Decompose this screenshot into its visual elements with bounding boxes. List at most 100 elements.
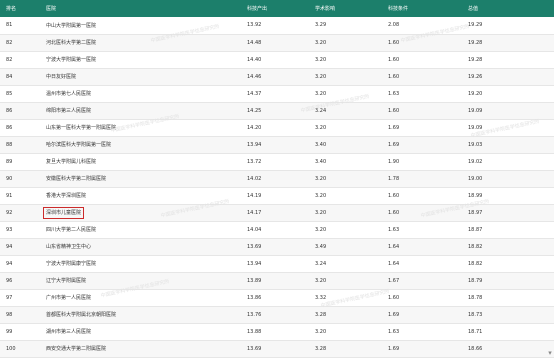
rank-cell: 98	[6, 311, 13, 318]
table-row: 99 湖州市第三人民医院 13.88 3.20 1.63 18.71	[0, 323, 554, 340]
influence-cell: 3.24	[315, 260, 327, 267]
output-cell: 14.40	[247, 56, 262, 63]
total-cell: 19.09	[468, 107, 483, 114]
total-cell: 18.79	[468, 277, 483, 284]
table-row: 91 香港大学深圳医院 14.19 3.20 1.60 18.99	[0, 187, 554, 204]
hospital-ranking-table: 排名 医院 科技产出 学术影响 科技条件 总值 81 中山大学附属第一医院 13.9…	[0, 0, 554, 358]
conditions-cell: 1.60	[388, 294, 400, 301]
output-cell: 14.19	[247, 192, 262, 199]
total-cell: 19.03	[468, 141, 483, 148]
rank-cell: 99	[6, 328, 13, 335]
conditions-cell: 1.60	[388, 107, 400, 114]
rank-cell: 88	[6, 141, 13, 148]
hospital-name-cell: 中日友好医院	[46, 74, 77, 80]
rank-cell: 93	[6, 226, 13, 233]
conditions-cell: 1.69	[388, 141, 400, 148]
hospital-name-cell: 绵阳市第三人民医院	[46, 108, 92, 114]
output-cell: 14.48	[247, 39, 262, 46]
hospital-name-cell: 安徽医科大学第二附属医院	[46, 176, 107, 182]
influence-cell: 3.20	[315, 226, 327, 233]
scroll-down-arrow-icon[interactable]: ▾	[546, 349, 554, 357]
rank-cell: 94	[6, 260, 13, 267]
total-cell: 18.97	[468, 209, 483, 216]
table-header: 排名 医院 科技产出 学术影响 科技条件 总值	[0, 0, 554, 17]
rank-cell: 86	[6, 124, 13, 131]
table-row: 94 宁波大学附属康宁医院 13.94 3.24 1.64 18.82	[0, 255, 554, 272]
influence-cell: 3.28	[315, 345, 327, 352]
total-cell: 19.00	[468, 175, 483, 182]
hospital-name-cell: 中山大学附属第一医院	[46, 22, 97, 29]
output-cell: 13.88	[247, 328, 262, 335]
conditions-cell: 1.63	[388, 328, 400, 335]
influence-cell: 3.20	[315, 39, 327, 46]
output-cell: 13.94	[247, 260, 262, 267]
rank-cell: 91	[6, 192, 13, 199]
influence-cell: 3.20	[315, 175, 327, 182]
total-cell: 19.09	[468, 124, 483, 131]
header-output: 科技产出	[247, 6, 268, 12]
total-cell: 18.78	[468, 294, 483, 301]
output-cell: 14.25	[247, 107, 262, 114]
output-cell: 13.69	[247, 243, 262, 250]
total-cell: 19.28	[468, 56, 483, 63]
table-body: 81 中山大学附属第一医院 13.92 3.29 2.08 19.29 82 河北医科大学第二…	[0, 17, 554, 357]
hospital-name-cell: 宁波大学附属第一医院	[46, 57, 97, 63]
hospital-name-cell: 四川大学第二人民医院	[46, 227, 97, 233]
total-cell: 19.26	[468, 73, 483, 80]
table-row: 88 哈尔滨医科大学附属第一医院 13.94 3.40 1.69 19.03	[0, 136, 554, 153]
conditions-cell: 1.60	[388, 209, 400, 216]
hospital-name-cell: 辽宁大学附属医院	[46, 278, 87, 284]
hospital-name-cell: 西安交通大学第二附属医院	[46, 346, 107, 352]
table-row: 90 安徽医科大学第二附属医院 14.02 3.20 1.78 19.00	[0, 170, 554, 187]
total-cell: 18.99	[468, 192, 483, 199]
output-cell: 13.76	[247, 311, 262, 318]
table-row: 97 广州市第一人民医院 13.86 3.32 1.60 18.78	[0, 289, 554, 306]
conditions-cell: 1.60	[388, 56, 400, 63]
conditions-cell: 1.64	[388, 243, 400, 250]
conditions-cell: 1.60	[388, 192, 400, 199]
conditions-cell: 1.69	[388, 124, 400, 131]
table-row: 84 中日友好医院 14.46 3.20 1.60 19.26	[0, 68, 554, 85]
rank-cell: 96	[6, 277, 13, 284]
output-cell: 13.92	[247, 22, 262, 29]
table-row: 96 辽宁大学附属医院 13.89 3.20 1.67 18.79	[0, 272, 554, 289]
hospital-name-cell: 香港大学深圳医院	[46, 193, 87, 199]
influence-cell: 3.20	[315, 90, 327, 97]
rank-cell: 94	[6, 243, 13, 250]
total-cell: 18.87	[468, 226, 483, 233]
conditions-cell: 1.64	[388, 260, 400, 267]
table-row: 98 首都医科大学附属北京朝阳医院 13.76 3.28 1.69 18.73	[0, 306, 554, 323]
header-influence: 学术影响	[315, 6, 336, 12]
rank-cell: 82	[6, 56, 13, 63]
hospital-name-cell: 河北医科大学第二医院	[46, 40, 97, 46]
table-row: 81 中山大学附属第一医院 13.92 3.29 2.08 19.29	[0, 17, 554, 34]
rank-cell: 97	[6, 294, 13, 301]
conditions-cell: 1.69	[388, 345, 400, 352]
output-cell: 14.46	[247, 73, 262, 80]
output-cell: 13.89	[247, 277, 262, 284]
hospital-name-cell: 山东第一医科大学第一附属医院	[46, 125, 117, 131]
conditions-cell: 1.63	[388, 90, 400, 97]
total-cell: 18.71	[468, 328, 483, 335]
table-row: 82 河北医科大学第二医院 14.48 3.20 1.60 19.28	[0, 34, 554, 51]
total-cell: 18.73	[468, 311, 483, 318]
header-hospital: 医院	[46, 6, 57, 12]
table-row: 86 绵阳市第三人民医院 14.25 3.24 1.60 19.09	[0, 102, 554, 119]
influence-cell: 3.20	[315, 328, 327, 335]
conditions-cell: 2.08	[388, 22, 400, 29]
table-row: 86 山东第一医科大学第一附属医院 14.20 3.20 1.69 19.09	[0, 119, 554, 136]
output-cell: 14.17	[247, 209, 262, 216]
table-row: 82 宁波大学附属第一医院 14.40 3.20 1.60 19.28	[0, 51, 554, 68]
influence-cell: 3.20	[315, 124, 327, 131]
total-cell: 18.82	[468, 243, 483, 250]
influence-cell: 3.40	[315, 141, 327, 148]
table-row: 93 四川大学第二人民医院 14.04 3.20 1.63 18.87	[0, 221, 554, 238]
table-row: 92 深圳市儿童医院 14.17 3.20 1.60 18.97	[0, 204, 554, 221]
header-total: 总值	[468, 6, 479, 12]
total-cell: 18.82	[468, 260, 483, 267]
rank-cell: 89	[6, 158, 13, 165]
rank-cell: 82	[6, 39, 13, 46]
conditions-cell: 1.69	[388, 311, 400, 318]
hospital-name-cell: 复旦大学附属儿科医院	[46, 159, 97, 165]
output-cell: 13.69	[247, 345, 262, 352]
